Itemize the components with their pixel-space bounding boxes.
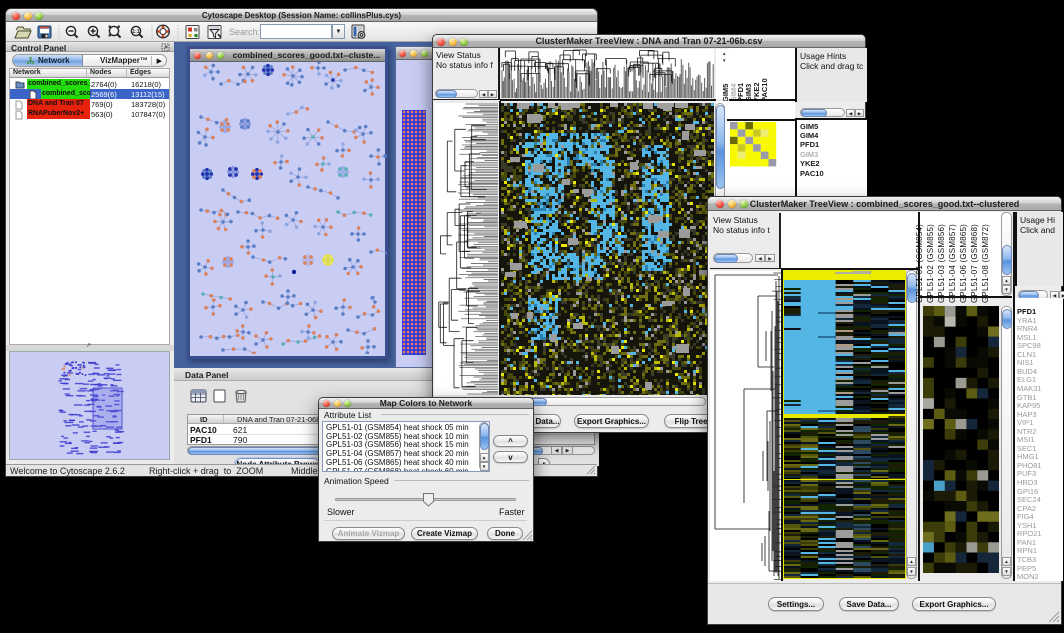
svg-text:1:1: 1:1 xyxy=(132,29,139,35)
